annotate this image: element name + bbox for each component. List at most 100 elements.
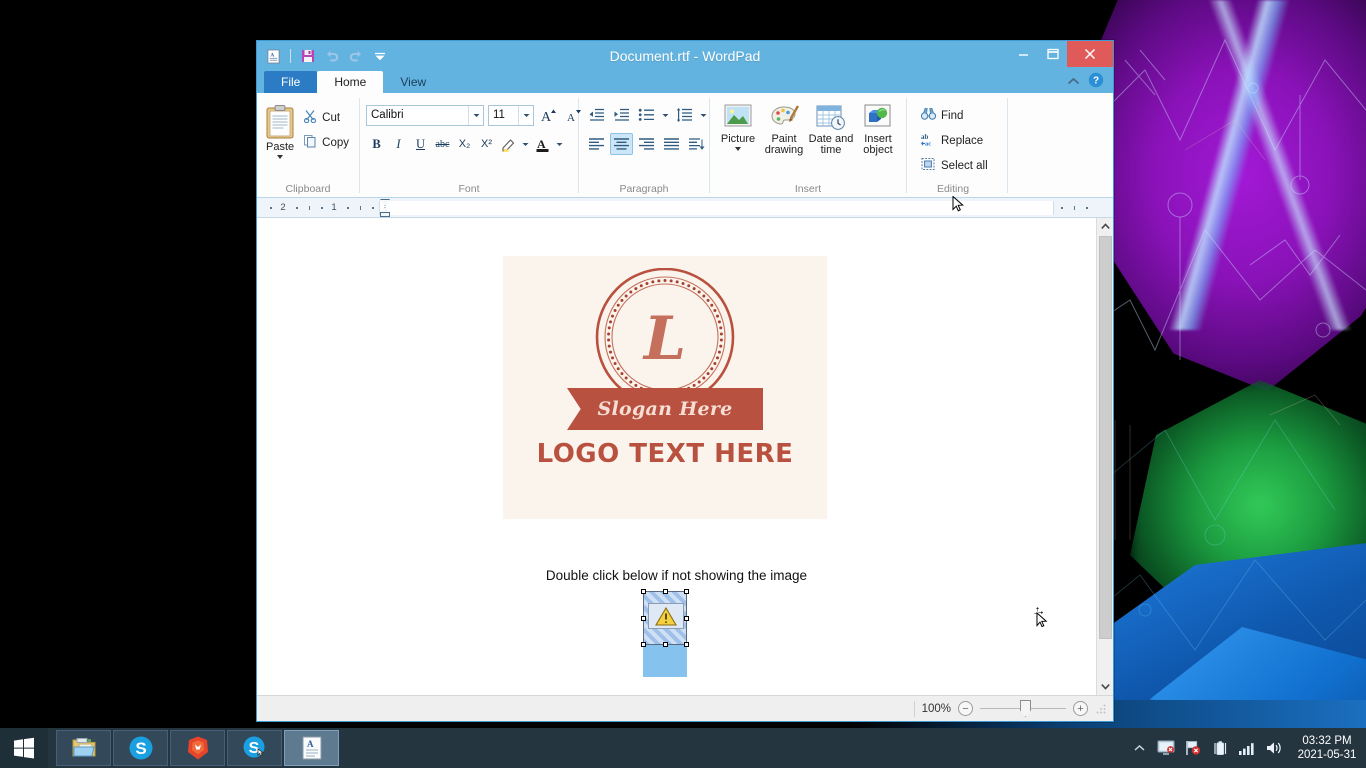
ribbon-tabs[interactable]: File Home View ? [257,71,1113,93]
action-center-icon[interactable] [1184,739,1202,757]
vertical-scrollbar[interactable] [1096,218,1113,695]
network-icon[interactable] [1238,739,1256,757]
copy-button[interactable]: Copy [299,132,353,153]
zoom-out-button[interactable]: − [958,701,973,716]
grow-font-button[interactable]: A [538,105,559,126]
help-icon[interactable]: ? [1088,72,1104,93]
justify-button[interactable] [660,133,683,155]
show-hidden-icons-icon[interactable] [1130,739,1148,757]
wordpad-window[interactable]: A Document.rtf - WordPad File Home View … [256,40,1114,722]
ribbon[interactable]: Paste Cut Copy Clipboard Calibri 11 A A … [257,93,1113,198]
insert-object-button[interactable]: Insert object [856,101,900,156]
close-button[interactable] [1067,41,1113,67]
taskbar-skype[interactable]: S [113,730,168,766]
wordpad-icon[interactable]: A [263,46,284,67]
zoom-slider[interactable] [980,700,1066,717]
window-controls[interactable] [1009,41,1113,71]
highlight-caret-icon[interactable] [520,134,531,155]
find-button[interactable]: Find [917,105,967,126]
font-color-caret-icon[interactable] [554,134,565,155]
resize-handle[interactable] [684,642,689,647]
taskbar-wordpad[interactable]: A [284,730,339,766]
logo-image[interactable]: L Slogan Here LOGO TEXT HERE [503,256,827,519]
font-color-button[interactable]: A [532,134,553,155]
superscript-button[interactable]: X² [476,134,497,155]
redo-icon[interactable] [345,46,366,67]
battery-icon[interactable] [1211,739,1229,757]
paste-button[interactable]: Paste [263,101,297,159]
taskbar-items[interactable]: S S A [48,730,339,766]
text-highlight-button[interactable] [498,134,519,155]
paint-drawing-button[interactable]: Paint drawing [762,101,806,156]
ruler-tick [346,207,349,209]
picture-button[interactable]: Picture [716,101,760,151]
resize-grip[interactable] [1095,703,1107,715]
broken-image-object[interactable] [641,589,689,647]
line-spacing-caret-icon[interactable] [698,104,709,126]
taskbar-brave[interactable] [170,730,225,766]
resize-handle[interactable] [663,642,668,647]
resize-handle[interactable] [663,589,668,594]
font-size-combo[interactable]: 11 [488,104,534,126]
minimize-button[interactable] [1009,41,1038,67]
italic-button[interactable]: I [388,134,409,155]
bold-button[interactable]: B [366,134,387,155]
subscript-button[interactable]: X₂ [454,134,475,155]
tab-file[interactable]: File [264,71,318,93]
collapse-ribbon-icon[interactable] [1067,73,1080,91]
scrollbar-thumb[interactable] [1098,236,1112,639]
resize-handle[interactable] [684,616,689,621]
save-icon[interactable] [297,46,318,67]
title-bar[interactable]: A Document.rtf - WordPad [257,41,1113,71]
undo-icon[interactable] [321,46,342,67]
font-family-combo[interactable]: Calibri [366,104,484,126]
taskbar-file-explorer[interactable] [56,730,111,766]
scroll-up-button[interactable] [1096,218,1113,235]
volume-icon[interactable] [1265,739,1283,757]
group-divider [1007,98,1008,193]
bullets-caret-icon[interactable] [660,104,671,126]
embedded-object-wrapper[interactable] [641,589,689,677]
clock[interactable]: 03:32 PM 2021-05-31 [1292,734,1358,762]
underline-button[interactable]: U [410,134,431,155]
display-icon[interactable] [1157,739,1175,757]
maximize-button[interactable] [1038,41,1067,67]
cut-button[interactable]: Cut [299,107,353,128]
bullets-button[interactable] [635,104,658,126]
paragraph-settings-button[interactable] [685,133,708,155]
taskbar-skype-2[interactable]: S [227,730,282,766]
increase-indent-button[interactable] [610,104,633,126]
align-right-button[interactable] [635,133,658,155]
select-all-button[interactable]: Select all [917,155,992,176]
zoom-in-button[interactable]: + [1073,701,1088,716]
line-spacing-button[interactable] [673,104,696,126]
left-indent-marker[interactable] [380,212,390,217]
paste-caret-icon[interactable] [277,155,284,159]
resize-handle[interactable] [641,616,646,621]
quick-access-toolbar[interactable]: A [257,45,390,67]
document-page[interactable]: L Slogan Here LOGO TEXT HERE Double clic… [257,218,1096,695]
taskbar[interactable]: S S A 03:32 PM 2021-05-31 [0,728,1366,768]
resize-handle[interactable] [641,642,646,647]
decrease-indent-button[interactable] [585,104,608,126]
tab-home[interactable]: Home [317,71,384,93]
resize-handle[interactable] [641,589,646,594]
system-tray[interactable]: 03:32 PM 2021-05-31 [1130,728,1366,768]
chevron-down-icon[interactable] [468,105,483,125]
chevron-down-icon[interactable] [518,105,533,125]
align-center-button[interactable] [610,133,633,155]
ruler[interactable]: 32112345678910111213 [257,198,1113,218]
start-button[interactable] [0,728,48,768]
status-bar[interactable]: 100% − + [257,695,1113,721]
align-left-button[interactable] [585,133,608,155]
replace-button[interactable]: ab ac Replace [917,130,987,151]
document-area[interactable]: L Slogan Here LOGO TEXT HERE Double clic… [257,218,1113,695]
date-and-time-button[interactable]: Date and time [808,101,854,156]
strikethrough-button[interactable]: abc [432,134,453,155]
resize-handle[interactable] [684,589,689,594]
picture-caret-icon[interactable] [735,147,741,151]
scroll-down-button[interactable] [1096,678,1113,695]
zoom-slider-thumb[interactable] [1020,700,1031,717]
customize-qat-icon[interactable] [369,46,390,67]
tab-view[interactable]: View [383,71,443,93]
